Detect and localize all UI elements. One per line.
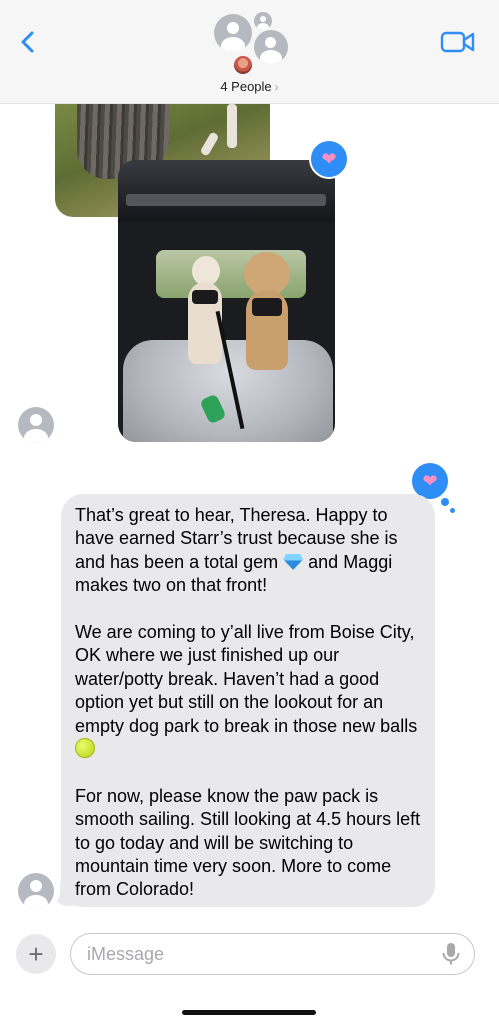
message-paragraph: We are coming to y’all live from Boise C… [75, 621, 423, 761]
message-text: We are coming to y’all live from Boise C… [75, 622, 418, 736]
participant-avatar [254, 30, 288, 64]
sender-avatar[interactable] [18, 407, 54, 443]
participants-count: 4 People [220, 79, 272, 94]
message-photo[interactable] [118, 160, 335, 442]
message-bubble[interactable]: That’s great to hear, Theresa. Happy to … [61, 494, 435, 907]
video-camera-icon[interactable] [440, 30, 476, 54]
plus-icon: + [28, 938, 44, 969]
heart-icon: ❤ [321, 149, 337, 169]
message-text: For now, please know the paw pack is smo… [75, 785, 421, 900]
reaction-tail-dot [441, 498, 449, 506]
photo-reaction[interactable]: ❤ [309, 139, 349, 179]
chevron-right-icon: › [274, 80, 279, 94]
golden-dog [240, 252, 294, 370]
message-input[interactable] [70, 933, 475, 975]
message-paragraph: For now, please know the paw pack is smo… [75, 785, 423, 902]
reaction-tail-dot [450, 508, 455, 513]
participant-avatar [254, 12, 272, 30]
add-attachment-button[interactable]: + [16, 934, 56, 974]
message-paragraph: That’s great to hear, Theresa. Happy to … [75, 504, 423, 598]
dog-leg [199, 131, 220, 157]
car-hatch [118, 160, 335, 222]
sender-avatar[interactable] [18, 873, 54, 909]
home-indicator[interactable] [182, 1010, 316, 1015]
dog-leg [227, 104, 237, 148]
participant-photo-avatar [232, 54, 254, 76]
participants-label[interactable]: 4 People › [0, 79, 499, 94]
tennis-ball-emoji-icon [75, 738, 95, 759]
gem-emoji-icon [283, 553, 304, 570]
hatch-bar [126, 194, 326, 206]
conversation-header: 4 People › [0, 0, 499, 104]
chevron-left-icon[interactable] [14, 28, 42, 56]
heart-icon: ❤ [422, 471, 438, 491]
participant-avatar [214, 14, 252, 52]
microphone-icon[interactable] [441, 942, 461, 966]
